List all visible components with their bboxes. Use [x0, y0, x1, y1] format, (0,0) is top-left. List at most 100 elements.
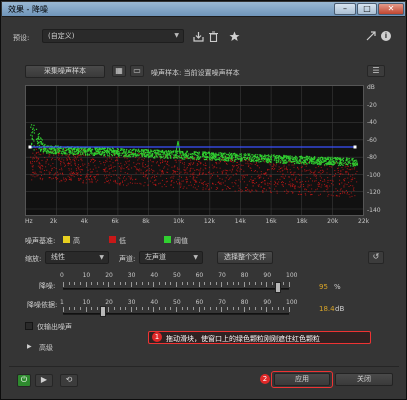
low-noise-particle [127, 172, 129, 174]
low-noise-particle [153, 170, 155, 172]
low-noise-particle [208, 171, 210, 173]
threshold-particle [124, 154, 126, 156]
low-noise-particle [78, 167, 80, 169]
scale-dropdown[interactable]: 线性 ▼ [45, 251, 109, 264]
low-noise-particle [211, 187, 213, 189]
info-icon[interactable]: i [381, 31, 391, 41]
threshold-particle [256, 159, 258, 161]
slider-tick-mark [243, 307, 245, 312]
threshold-particle [130, 151, 132, 153]
threshold-particle [333, 157, 335, 160]
low-swatch [109, 236, 116, 243]
output-noise-only-checkbox[interactable] [25, 322, 33, 330]
threshold-particle [234, 158, 236, 160]
threshold-particle [167, 152, 169, 155]
threshold-particle [339, 161, 341, 163]
low-noise-particle [180, 185, 182, 187]
save-noise-print-icon[interactable]: ▦ [112, 65, 126, 77]
low-noise-particle [322, 172, 324, 174]
low-noise-particle [106, 160, 108, 162]
threshold-particle [144, 149, 146, 151]
graph-options-icon[interactable]: ☰ [367, 65, 385, 77]
low-noise-particle [335, 188, 337, 190]
low-noise-particle [174, 165, 176, 167]
capture-noise-print-button[interactable]: 采集噪声样本 [25, 65, 105, 78]
low-noise-particle [93, 176, 95, 178]
low-noise-particle [224, 184, 226, 186]
threshold-particle [243, 155, 245, 157]
channel-dropdown[interactable]: 左声道 ▼ [139, 251, 203, 264]
loop-icon[interactable]: ⟲ [60, 374, 78, 387]
threshold-particle [209, 154, 211, 156]
threshold-particle [163, 157, 165, 159]
threshold-particle [138, 149, 140, 152]
low-noise-particle [354, 195, 356, 197]
threshold-particle [180, 152, 182, 154]
threshold-particle [122, 150, 125, 152]
preset-dropdown[interactable]: (自定义) ▼ [42, 29, 184, 43]
threshold-particle [329, 156, 331, 159]
scale-value: 线性 [51, 253, 65, 261]
low-noise-particle [286, 192, 288, 194]
low-noise-particle [196, 165, 198, 167]
reduce-by-slider-thumb[interactable] [100, 306, 107, 317]
threshold-particle [291, 157, 293, 159]
low-noise-particle [127, 160, 129, 162]
noise-reduction-value[interactable]: 95 [319, 283, 328, 291]
noise-reduction-slider-thumb[interactable] [274, 282, 281, 293]
threshold-particle [264, 156, 266, 158]
reduce-by-track[interactable] [63, 313, 289, 315]
low-noise-particle [39, 167, 41, 169]
low-noise-particle [50, 159, 52, 161]
threshold-particle [292, 161, 294, 163]
low-noise-particle [100, 163, 102, 165]
low-noise-particle [51, 157, 53, 159]
low-noise-particle [350, 178, 352, 180]
apply-button[interactable]: 应用 [274, 373, 330, 386]
threshold-particle [240, 153, 243, 155]
low-noise-particle [91, 182, 93, 184]
power-toggle-icon[interactable]: ⏻ [17, 374, 31, 387]
reduce-by-value[interactable]: 18.4 [319, 305, 335, 313]
advanced-toggle-icon[interactable]: ▶ [27, 343, 32, 350]
star-icon[interactable] [229, 31, 240, 42]
low-noise-particle [295, 178, 297, 180]
threshold-particle [191, 153, 194, 155]
low-noise-particle [156, 162, 158, 164]
delete-preset-icon[interactable] [208, 31, 219, 43]
threshold-particle [212, 152, 214, 155]
close-button[interactable]: 关闭 [335, 373, 393, 386]
panel-menu-icon[interactable] [366, 31, 376, 41]
low-noise-particle [339, 179, 341, 181]
threshold-particle [135, 155, 137, 157]
open-folder-icon[interactable]: ▭ [130, 65, 144, 77]
threshold-particle [80, 153, 82, 156]
low-noise-particle [199, 161, 201, 163]
threshold-particle [226, 157, 228, 160]
slider-tick-mark [176, 307, 177, 312]
low-noise-particle [346, 168, 348, 170]
threshold-particle [72, 153, 74, 156]
threshold-particle [255, 153, 257, 156]
threshold-particle [351, 158, 353, 160]
threshold-particle [315, 160, 317, 162]
advanced-label[interactable]: 高级 [39, 343, 53, 353]
low-noise-particle [256, 171, 258, 173]
save-preset-icon[interactable] [193, 31, 204, 42]
threshold-particle [302, 157, 304, 159]
select-entire-file-button[interactable]: 选择整个文件 [217, 251, 273, 264]
low-noise-particle [45, 160, 47, 162]
close-window-button[interactable]: ✕ [378, 3, 404, 15]
slider-tick-mark [130, 282, 132, 287]
play-icon[interactable]: ▶ [35, 374, 53, 387]
reset-icon[interactable]: ↺ [368, 251, 384, 264]
minimize-button[interactable]: – [334, 3, 356, 15]
threshold-particle [150, 151, 153, 153]
threshold-particle [77, 151, 79, 154]
low-noise-particle [65, 164, 67, 166]
noise-reduction-track[interactable] [63, 288, 289, 290]
title-bar[interactable]: 效果 - 降噪 – □ ✕ [2, 2, 405, 17]
maximize-button[interactable]: □ [357, 3, 377, 15]
threshold-particle [265, 155, 268, 157]
noise-profile-graph[interactable] [25, 85, 364, 216]
